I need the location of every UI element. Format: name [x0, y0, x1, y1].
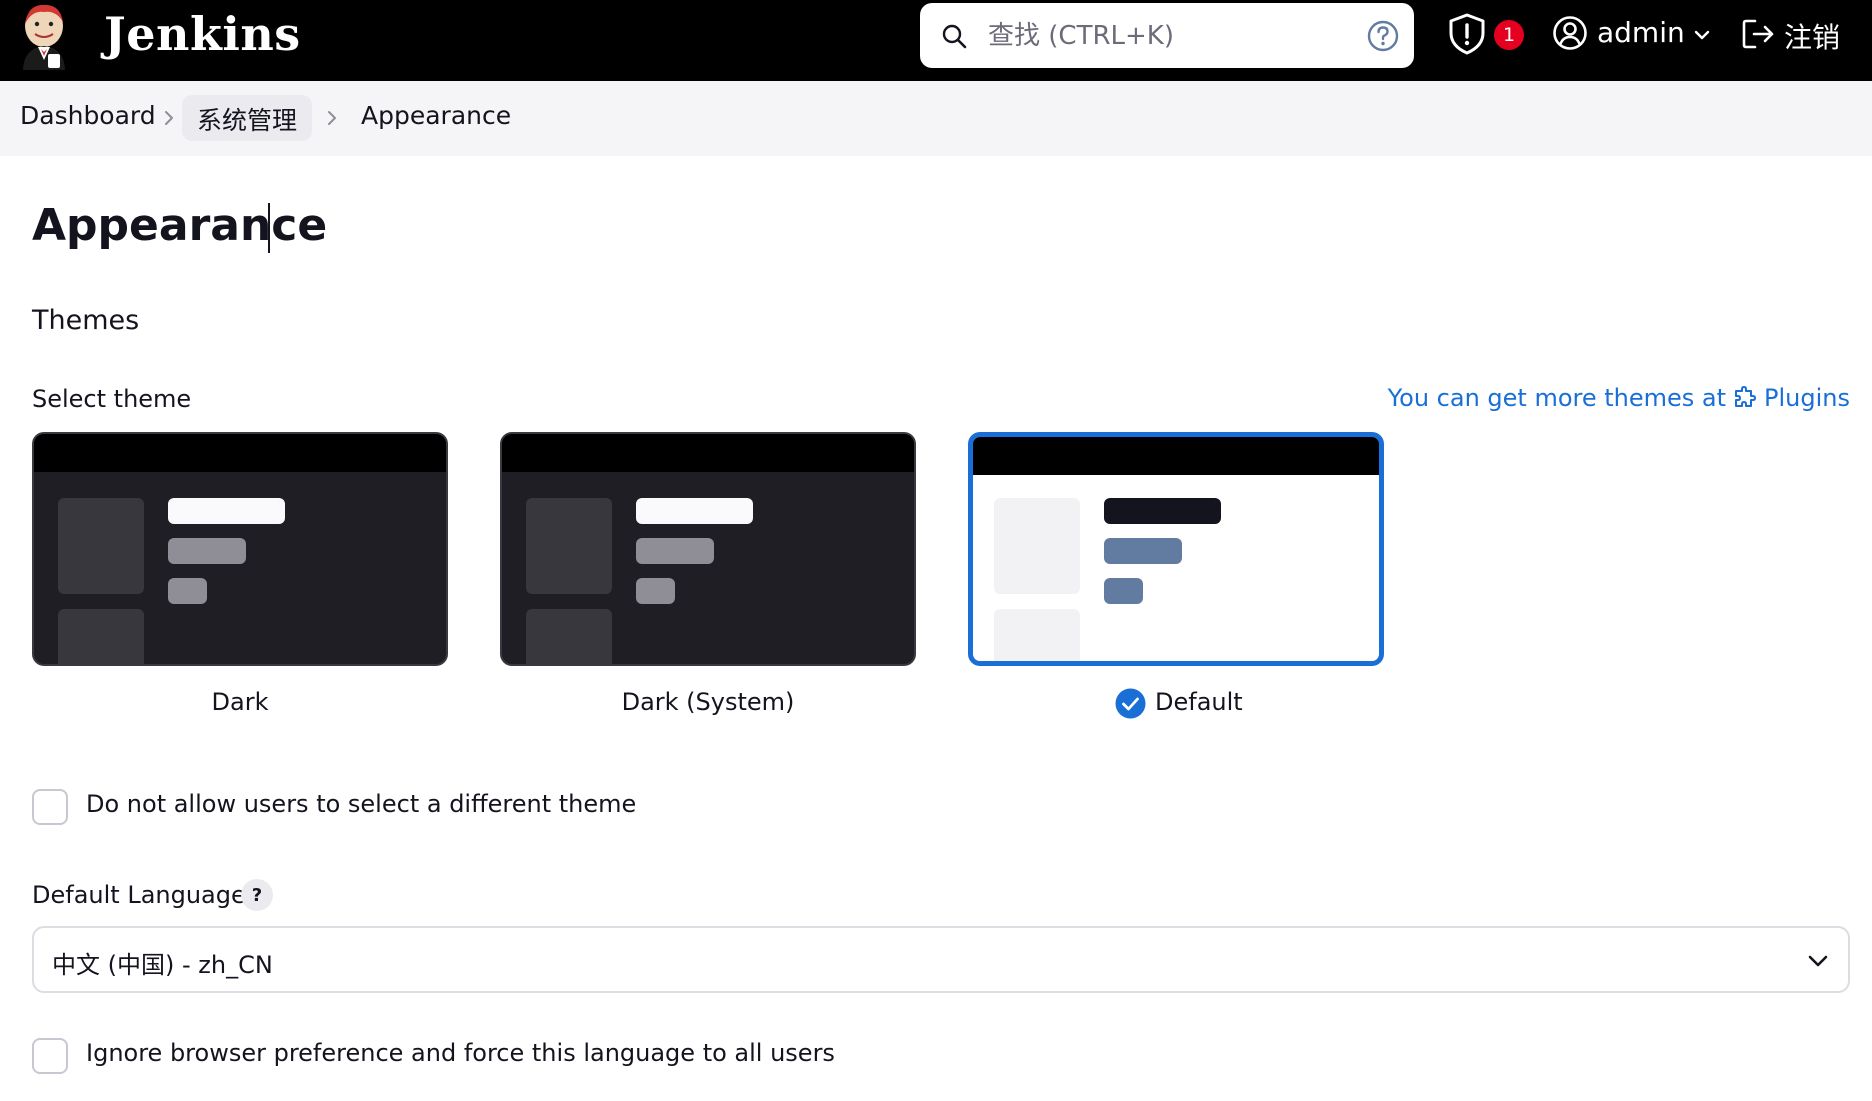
- theme-preview-block: [994, 609, 1080, 661]
- top-header: Jenkins 1 admin 注销: [0, 0, 1872, 81]
- default-language-label: Default Language: [32, 881, 246, 909]
- search-help-icon[interactable]: [1366, 19, 1400, 53]
- chevron-right-icon: [165, 111, 173, 125]
- select-theme-label: Select theme: [32, 385, 192, 413]
- theme-preview-line: [168, 578, 207, 604]
- theme-preview-header: [34, 434, 446, 472]
- chevron-right-icon: [328, 111, 336, 125]
- theme-preview-block: [994, 498, 1080, 594]
- selected-check-icon: [1115, 688, 1146, 719]
- breadcrumb-manage[interactable]: 系统管理: [197, 101, 297, 137]
- more-themes-link[interactable]: You can get more themes at Plugins: [1388, 384, 1850, 412]
- security-badge[interactable]: 1: [1494, 20, 1524, 50]
- page-title: Appearance: [32, 200, 328, 251]
- theme-label-dark[interactable]: Dark: [32, 688, 448, 716]
- user-avatar-icon[interactable]: [1552, 15, 1588, 51]
- default-language-help-button[interactable]: ?: [241, 879, 273, 911]
- theme-preview-header: [973, 437, 1379, 475]
- search-icon: [942, 24, 967, 49]
- theme-preview-line: [168, 538, 246, 564]
- breadcrumb-dashboard[interactable]: Dashboard: [20, 101, 156, 130]
- language-select[interactable]: 中文 (中国) - zh_CN: [32, 926, 1850, 993]
- language-select-value: 中文 (中国) - zh_CN: [52, 951, 273, 979]
- theme-preview-block: [526, 498, 612, 594]
- chevron-down-icon: [1808, 955, 1828, 967]
- theme-preview-header: [502, 434, 914, 472]
- more-themes-text: You can get more themes at: [1387, 384, 1727, 412]
- disallow-theme-label[interactable]: Do not allow users to select a different…: [86, 790, 636, 818]
- theme-preview-block: [526, 609, 612, 664]
- user-menu[interactable]: admin: [1597, 16, 1685, 49]
- section-title-themes: Themes: [32, 305, 140, 336]
- theme-preview-block: [58, 498, 144, 594]
- theme-preview-line: [636, 578, 675, 604]
- text-cursor: [268, 203, 270, 253]
- theme-card-dark[interactable]: [32, 432, 448, 666]
- theme-preview-line: [1104, 538, 1182, 564]
- theme-preview-line: [1104, 578, 1143, 604]
- logout-link[interactable]: 注销: [1784, 16, 1840, 56]
- plugins-link[interactable]: Plugins: [1764, 384, 1850, 412]
- brand-name: Jenkins: [104, 7, 301, 61]
- search-input[interactable]: [986, 13, 1360, 59]
- theme-preview-line: [1104, 498, 1221, 524]
- theme-card-dark-system[interactable]: [500, 432, 916, 666]
- theme-preview-block: [58, 609, 144, 664]
- chevron-down-icon[interactable]: [1692, 25, 1712, 45]
- breadcrumb-appearance[interactable]: Appearance: [361, 101, 511, 130]
- jenkins-butler-icon: [23, 4, 65, 70]
- theme-label-dark-system[interactable]: Dark (System): [500, 688, 916, 716]
- theme-card-default[interactable]: [968, 432, 1384, 666]
- force-language-label[interactable]: Ignore browser preference and force this…: [86, 1039, 835, 1067]
- theme-label-default[interactable]: Default: [1155, 688, 1243, 716]
- search-box[interactable]: [920, 3, 1414, 68]
- puzzle-piece-icon: [1735, 386, 1757, 407]
- theme-preview-line: [636, 498, 753, 524]
- disallow-theme-checkbox[interactable]: [32, 789, 68, 825]
- force-language-checkbox[interactable]: [32, 1038, 68, 1074]
- theme-preview-line: [636, 538, 714, 564]
- theme-preview-line: [168, 498, 285, 524]
- security-shield-icon[interactable]: [1446, 12, 1488, 56]
- logout-icon[interactable]: [1740, 16, 1776, 52]
- jenkins-logo[interactable]: Jenkins: [18, 2, 300, 70]
